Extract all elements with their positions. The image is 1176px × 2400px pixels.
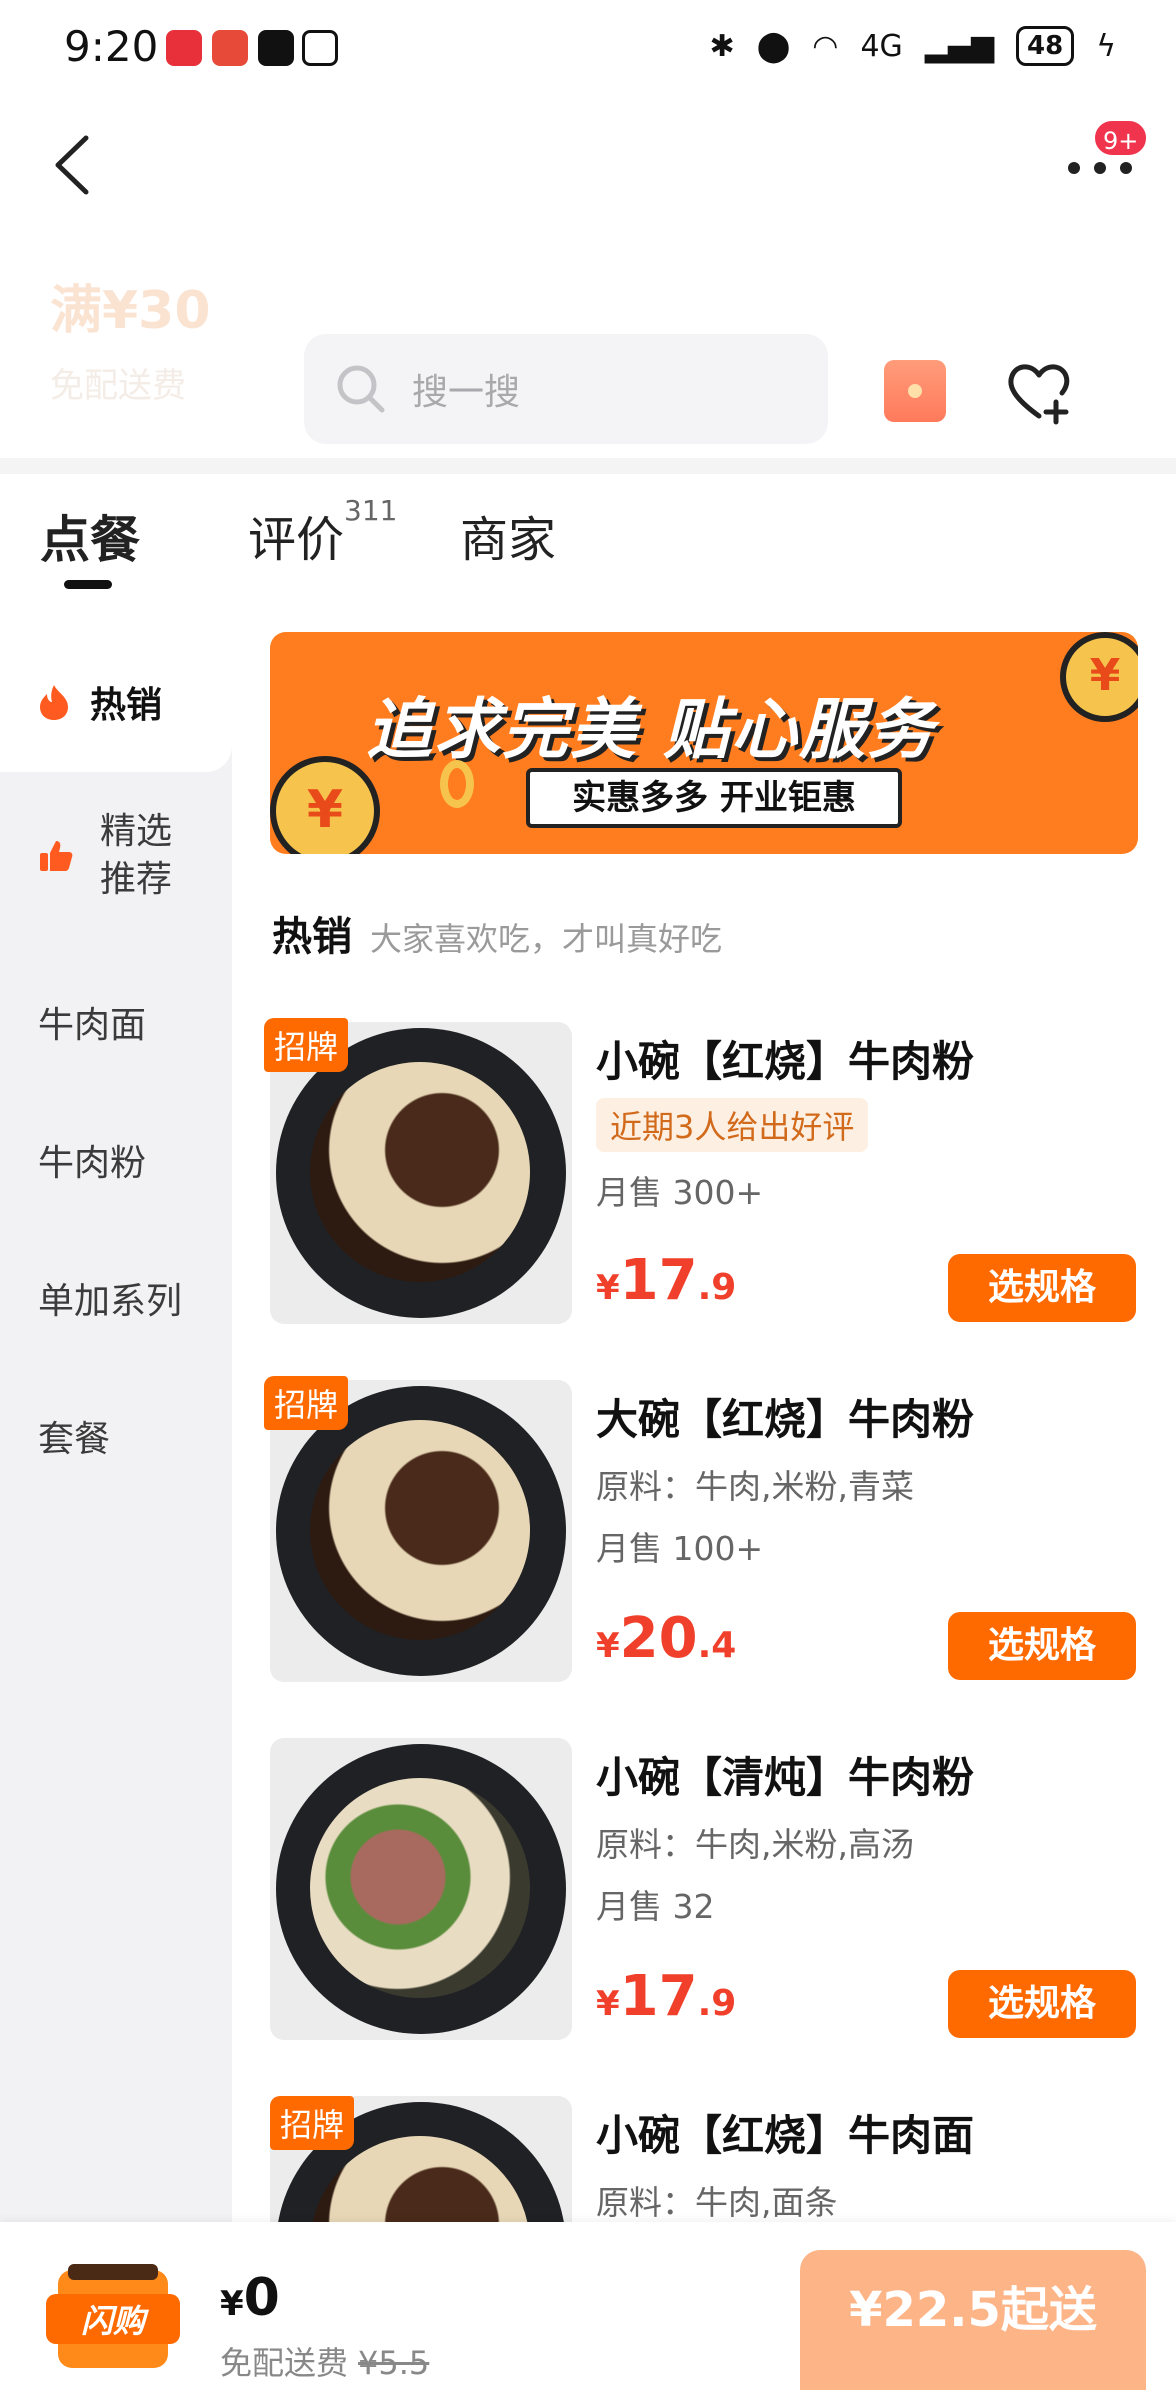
select-spec-button[interactable]: 选规格 bbox=[948, 1970, 1136, 2038]
app-notification-icon bbox=[258, 30, 294, 66]
thumbs-up-icon bbox=[40, 841, 73, 871]
checkout-button[interactable]: ¥22.5起送 bbox=[800, 2250, 1146, 2390]
shopping-bag-icon[interactable]: 闪购 bbox=[38, 2260, 186, 2376]
product-name: 小碗【清炖】牛肉粉 bbox=[596, 1753, 975, 1802]
tab-reviews-count: 311 bbox=[344, 494, 398, 527]
tab-order[interactable]: 点餐 bbox=[40, 500, 140, 572]
ingredients: 原料：牛肉,米粉,高汤 bbox=[596, 1825, 914, 1864]
signal-icon: ▂▄▆ bbox=[924, 28, 995, 64]
ingredients: 原料：牛肉,米粉,青菜 bbox=[596, 1467, 914, 1506]
banner-title: 追求完美 贴心服务 bbox=[366, 691, 935, 768]
nfc-icon bbox=[302, 30, 338, 66]
sidebar-item-combo[interactable]: 套餐 bbox=[38, 1410, 110, 1462]
battery-icon: 48 bbox=[1016, 26, 1075, 66]
flame-icon bbox=[40, 685, 68, 720]
network-label: 4G bbox=[860, 28, 903, 64]
back-icon[interactable] bbox=[44, 130, 104, 200]
product-name: 小碗【红烧】牛肉粉 bbox=[596, 1037, 975, 1086]
notification-badge: 9+ bbox=[1092, 118, 1150, 158]
ring-icon bbox=[440, 760, 474, 808]
search-icon bbox=[337, 365, 385, 413]
sidebar-item-add-ons[interactable]: 单加系列 bbox=[38, 1272, 182, 1324]
product-image bbox=[270, 1738, 572, 2040]
select-spec-button[interactable]: 选规格 bbox=[948, 1612, 1136, 1680]
search-placeholder: 搜一搜 bbox=[412, 372, 521, 413]
tab-reviews-label: 评价 bbox=[248, 512, 345, 568]
section-header: 热销 大家喜欢吃，才叫真好吃 bbox=[272, 904, 722, 962]
sidebar-item-label: 热销 bbox=[90, 685, 163, 726]
product-price: ¥17.9 bbox=[596, 1248, 737, 1313]
sidebar-item-recommended[interactable]: 精选推荐 bbox=[38, 808, 180, 904]
monthly-sales: 月售 300+ bbox=[596, 1173, 764, 1212]
signature-tag: 招牌 bbox=[270, 2096, 355, 2150]
section-subtitle: 大家喜欢吃，才叫真好吃 bbox=[370, 920, 723, 958]
location-icon: ⬤ bbox=[756, 28, 791, 64]
status-bar: 9:20 ✱ ⬤ ◠ 4G ▂▄▆ 48 ϟ bbox=[0, 0, 1176, 100]
original-fee: ¥5.5 bbox=[358, 2344, 430, 2382]
favorite-add-icon[interactable] bbox=[1004, 356, 1074, 426]
min-order-label: 满¥30 bbox=[50, 281, 211, 341]
red-packet-icon[interactable] bbox=[884, 360, 946, 422]
tab-reviews[interactable]: 评价311 bbox=[248, 494, 397, 570]
section-divider bbox=[0, 458, 1176, 474]
product-name: 小碗【红烧】牛肉面 bbox=[596, 2111, 975, 2160]
product-name: 大碗【红烧】牛肉粉 bbox=[596, 1395, 975, 1444]
search-input[interactable]: 搜一搜 bbox=[304, 334, 828, 444]
product-card[interactable]: 招牌 大碗【红烧】牛肉粉 原料：牛肉,米粉,青菜 月售 100+ ¥20.4 选… bbox=[264, 1376, 1140, 1684]
section-title: 热销 bbox=[272, 914, 352, 960]
cart-total: ¥0 bbox=[220, 2268, 280, 2328]
ingredients: 原料：牛肉,面条 bbox=[596, 2183, 838, 2222]
product-card[interactable]: 招牌 小碗【红烧】牛肉粉 近期3人给出好评 月售 300+ ¥17.9 选规格 bbox=[264, 1018, 1140, 1326]
select-spec-button[interactable]: 选规格 bbox=[948, 1254, 1136, 1322]
status-right: ✱ ⬤ ◠ 4G ▂▄▆ 48 ϟ bbox=[710, 26, 1116, 66]
coin-icon: ¥ bbox=[270, 756, 380, 854]
signature-tag: 招牌 bbox=[264, 1018, 349, 1072]
product-card[interactable]: 招牌 小碗【红烧】牛肉面 原料：牛肉,面条 bbox=[270, 2096, 1140, 2222]
cart-bar: 闪购 ¥0 免配送费 ¥5.5 ¥22.5起送 bbox=[0, 2222, 1176, 2400]
app-notification-icon bbox=[166, 30, 202, 66]
wifi-icon: ◠ bbox=[812, 28, 839, 64]
tab-merchant[interactable]: 商家 bbox=[460, 500, 556, 570]
sidebar-item-hot[interactable]: 热销 bbox=[38, 676, 162, 728]
app-notification-icon bbox=[212, 30, 248, 66]
status-time: 9:20 bbox=[64, 22, 159, 71]
monthly-sales: 月售 32 bbox=[596, 1887, 715, 1926]
tab-indicator bbox=[64, 580, 112, 589]
product-price: ¥20.4 bbox=[596, 1606, 737, 1671]
delivery-fee-label: 免配送费 bbox=[50, 366, 186, 406]
cart-icon-label: 闪购 bbox=[81, 2302, 149, 2340]
review-badge: 近期3人给出好评 bbox=[596, 1098, 869, 1152]
product-card[interactable]: 小碗【清炖】牛肉粉 原料：牛肉,米粉,高汤 月售 32 ¥17.9 选规格 bbox=[270, 1738, 1140, 2042]
sidebar-item-beef-rice-noodle[interactable]: 牛肉粉 bbox=[38, 1134, 146, 1186]
monthly-sales: 月售 100+ bbox=[596, 1529, 764, 1568]
sidebar-item-label: 精选推荐 bbox=[100, 811, 173, 900]
delivery-fee-note: 免配送费 ¥5.5 bbox=[220, 2344, 430, 2382]
charging-icon: ϟ bbox=[1096, 28, 1116, 64]
bluetooth-icon: ✱ bbox=[709, 28, 735, 64]
sidebar-item-beef-noodle[interactable]: 牛肉面 bbox=[38, 996, 146, 1048]
coin-icon: ¥ bbox=[1060, 632, 1138, 722]
banner-subtitle: 实惠多多 开业钜惠 bbox=[526, 768, 902, 828]
signature-tag: 招牌 bbox=[264, 1376, 349, 1430]
promo-banner[interactable]: ¥ 追求完美 贴心服务 实惠多多 开业钜惠 ¥ bbox=[270, 632, 1138, 854]
product-price: ¥17.9 bbox=[596, 1964, 737, 2029]
